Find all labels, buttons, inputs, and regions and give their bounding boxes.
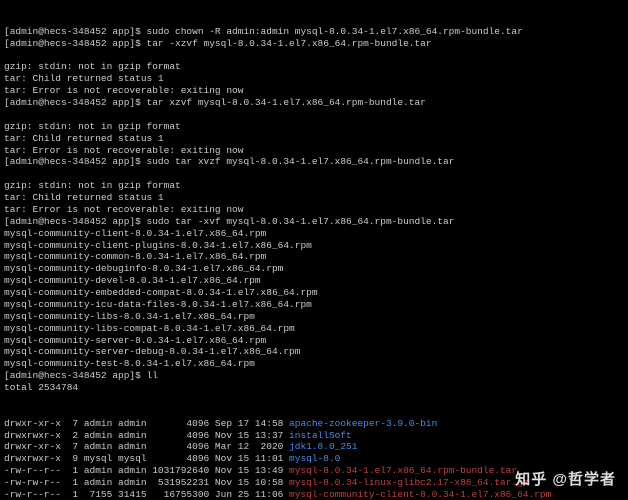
- terminal-line: gzip: stdin: not in gzip format: [4, 180, 624, 192]
- file-name: apache-zookeeper-3.9.0-bin: [289, 418, 437, 429]
- terminal-line: gzip: stdin: not in gzip format: [4, 61, 624, 73]
- file-name: mysql-8.0.34-linux-glibc2.17-x86_64.tar.…: [289, 477, 528, 488]
- terminal-line: mysql-community-client-plugins-8.0.34-1.…: [4, 240, 624, 252]
- terminal-line: mysql-community-libs-compat-8.0.34-1.el7…: [4, 323, 624, 335]
- terminal-line: tar: Child returned status 1: [4, 133, 624, 145]
- terminal-line: tar: Error is not recoverable: exiting n…: [4, 85, 624, 97]
- terminal-line: mysql-community-common-8.0.34-1.el7.x86_…: [4, 251, 624, 263]
- terminal-line: tar: Child returned status 1: [4, 73, 624, 85]
- terminal-line: mysql-community-devel-8.0.34-1.el7.x86_6…: [4, 275, 624, 287]
- terminal-line: [admin@hecs-348452 app]$ sudo chown -R a…: [4, 26, 624, 38]
- terminal-line: [admin@hecs-348452 app]$ ll: [4, 370, 624, 382]
- terminal-line: [admin@hecs-348452 app]$ tar -xzvf mysql…: [4, 38, 624, 50]
- terminal-line: mysql-community-debuginfo-8.0.34-1.el7.x…: [4, 263, 624, 275]
- terminal-line: mysql-community-test-8.0.34-1.el7.x86_64…: [4, 358, 624, 370]
- file-name: mysql-community-client-8.0.34-1.el7.x86_…: [289, 489, 551, 500]
- terminal-line: [4, 50, 624, 62]
- terminal-line: mysql-community-server-debug-8.0.34-1.el…: [4, 346, 624, 358]
- terminal-output[interactable]: [admin@hecs-348452 app]$ sudo chown -R a…: [0, 0, 628, 500]
- terminal-line: mysql-community-embedded-compat-8.0.34-1…: [4, 287, 624, 299]
- terminal-line: mysql-community-libs-8.0.34-1.el7.x86_64…: [4, 311, 624, 323]
- terminal-line: [admin@hecs-348452 app]$ tar xzvf mysql-…: [4, 97, 624, 109]
- file-listing-row: drwxr-xr-x 7 admin admin 4096 Sep 17 14:…: [4, 418, 624, 430]
- file-name: jdk1.8.0_251: [289, 441, 357, 452]
- terminal-line: tar: Child returned status 1: [4, 192, 624, 204]
- file-name: installSoft: [289, 430, 352, 441]
- terminal-line: [admin@hecs-348452 app]$ sudo tar xvzf m…: [4, 156, 624, 168]
- terminal-line: tar: Error is not recoverable: exiting n…: [4, 145, 624, 157]
- file-listing-row: drwxrwxr-x 9 mysql mysql 4096 Nov 15 11:…: [4, 453, 624, 465]
- terminal-line: mysql-community-client-8.0.34-1.el7.x86_…: [4, 228, 624, 240]
- file-listing-row: drwxrwxr-x 2 admin admin 4096 Nov 15 13:…: [4, 430, 624, 442]
- terminal-line: total 2534784: [4, 382, 624, 394]
- terminal-line: mysql-community-server-8.0.34-1.el7.x86_…: [4, 335, 624, 347]
- terminal-line: gzip: stdin: not in gzip format: [4, 121, 624, 133]
- terminal-line: [4, 109, 624, 121]
- terminal-line: mysql-community-icu-data-files-8.0.34-1.…: [4, 299, 624, 311]
- terminal-line: [4, 168, 624, 180]
- file-name: mysql-8.0: [289, 453, 340, 464]
- terminal-line: [admin@hecs-348452 app]$ sudo tar -xvf m…: [4, 216, 624, 228]
- file-listing-row: drwxr-xr-x 7 admin admin 4096 Mar 12 202…: [4, 441, 624, 453]
- terminal-line: tar: Error is not recoverable: exiting n…: [4, 204, 624, 216]
- zhihu-logo: 知乎 @哲学者: [515, 471, 616, 488]
- watermark-text: 知乎 @哲学者: [515, 471, 616, 490]
- file-name: mysql-8.0.34-1.el7.x86_64.rpm-bundle.tar: [289, 465, 517, 476]
- file-listing-row: -rw-r--r-- 1 7155 31415 16755300 Jun 25 …: [4, 489, 624, 500]
